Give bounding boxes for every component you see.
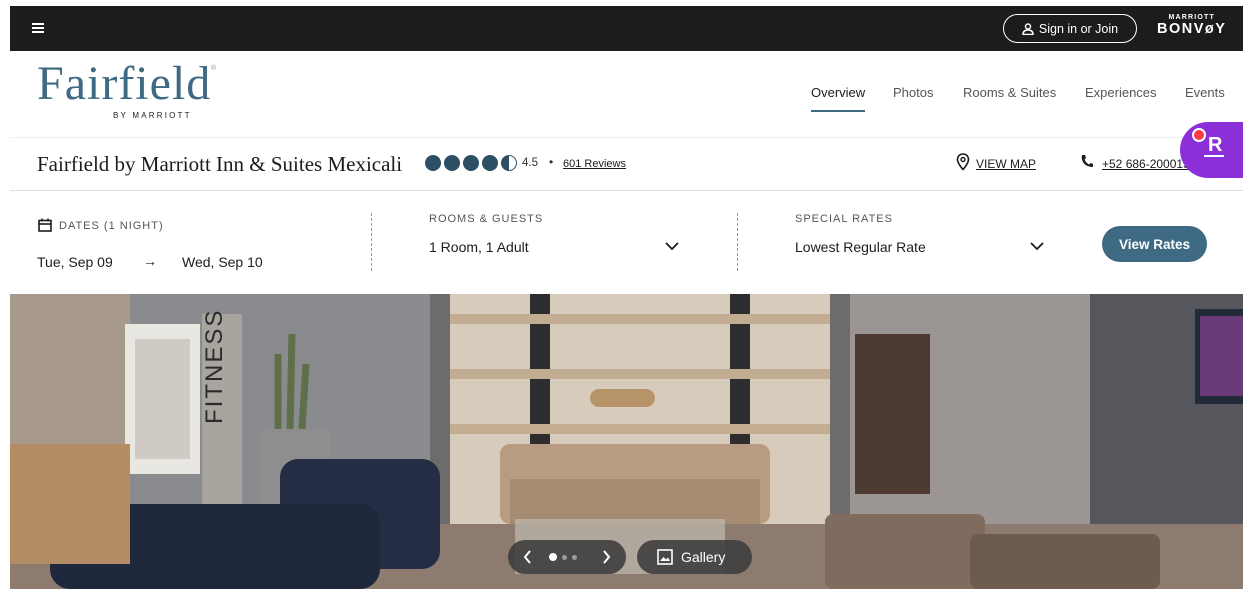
carousel-dots <box>549 553 577 561</box>
rooms-guests-label: ROOMS & GUESTS <box>429 213 544 225</box>
rating-dot-half <box>501 155 517 171</box>
carousel-dot[interactable] <box>562 554 567 560</box>
logo-registered-mark: ® <box>211 65 217 72</box>
reviews-link[interactable]: 601 Reviews <box>563 158 626 170</box>
badge-underline <box>1204 155 1224 157</box>
lobby-photo: FITNESS <box>10 294 1243 589</box>
hero-photo: FITNESS Gallery <box>10 294 1243 589</box>
view-rates-button[interactable]: View Rates <box>1102 226 1207 262</box>
calendar-icon <box>38 218 52 232</box>
chevron-down-icon[interactable] <box>1030 242 1044 251</box>
rating-dot-full <box>444 155 460 171</box>
gallery-button[interactable]: Gallery <box>637 540 752 574</box>
bonvoy-small-text: MARRIOTT <box>1168 14 1215 21</box>
chevron-right-icon[interactable] <box>602 550 611 564</box>
top-bar: Sign in or Join MARRIOTT BONVøY <box>10 6 1243 51</box>
bonvoy-large-text: BONVøY <box>1157 21 1227 37</box>
fairfield-logo[interactable]: Fairfield ® BY MARRIOTT <box>37 57 216 121</box>
nav-tab-rooms-suites[interactable]: Rooms & Suites <box>963 85 1056 100</box>
chevron-left-icon[interactable] <box>523 550 532 564</box>
logo-word: Fairfield <box>37 57 212 110</box>
nav-tab-overview[interactable]: Overview <box>811 85 866 112</box>
floating-assistant-badge[interactable]: R <box>1180 122 1243 178</box>
nav-tab-photos[interactable]: Photos <box>893 85 933 100</box>
separator-bullet: • <box>549 155 554 169</box>
hamburger-menu-icon[interactable] <box>32 23 44 33</box>
special-rates-label: SPECIAL RATES <box>795 213 893 225</box>
notification-dot <box>1192 128 1206 142</box>
carousel-dot-active[interactable] <box>549 553 557 561</box>
phone-icon[interactable] <box>1080 153 1094 169</box>
check-in-date[interactable]: Tue, Sep 09 <box>37 254 113 270</box>
fitness-sign: FITNESS <box>201 309 228 424</box>
special-rates-select[interactable]: Lowest Regular Rate <box>795 239 926 255</box>
hotel-info-row: Fairfield by Marriott Inn & Suites Mexic… <box>10 138 1243 191</box>
map-pin-icon[interactable] <box>956 153 970 171</box>
hotel-name: Fairfield by Marriott Inn & Suites Mexic… <box>37 152 403 176</box>
rating-dot-full <box>463 155 479 171</box>
booking-search-bar: DATES (1 NIGHT) Tue, Sep 09 → Wed, Sep 1… <box>10 191 1243 294</box>
view-map-link[interactable]: VIEW MAP <box>976 157 1036 171</box>
user-icon <box>1022 22 1034 35</box>
carousel-dot[interactable] <box>572 554 577 560</box>
gallery-label: Gallery <box>681 549 726 565</box>
sign-in-button[interactable]: Sign in or Join <box>1003 14 1137 43</box>
date-arrow: → <box>143 253 157 269</box>
rating-dot-full <box>482 155 498 171</box>
sign-in-label: Sign in or Join <box>1038 21 1119 36</box>
logo-subtitle: BY MARRIOTT <box>113 111 192 120</box>
rating-value: 4.5 <box>522 157 538 169</box>
rooms-guests-select[interactable]: 1 Room, 1 Adult <box>429 239 529 255</box>
rating-dot-full <box>425 155 441 171</box>
divider <box>737 213 738 271</box>
chevron-down-icon[interactable] <box>665 242 679 251</box>
marriott-bonvoy-logo[interactable]: MARRIOTT BONVøY <box>1157 14 1226 37</box>
dates-label: DATES (1 NIGHT) <box>59 220 164 232</box>
nav-tab-experiences[interactable]: Experiences <box>1085 85 1157 100</box>
badge-letter: R <box>1208 134 1223 156</box>
gallery-icon <box>657 549 673 565</box>
carousel-controls <box>508 540 626 574</box>
brand-nav-row: Fairfield ® BY MARRIOTT Overview Photos … <box>10 51 1243 138</box>
rating-dots <box>425 155 517 171</box>
check-out-date[interactable]: Wed, Sep 10 <box>182 254 263 270</box>
nav-tab-events[interactable]: Events <box>1185 85 1225 100</box>
divider <box>371 213 372 271</box>
